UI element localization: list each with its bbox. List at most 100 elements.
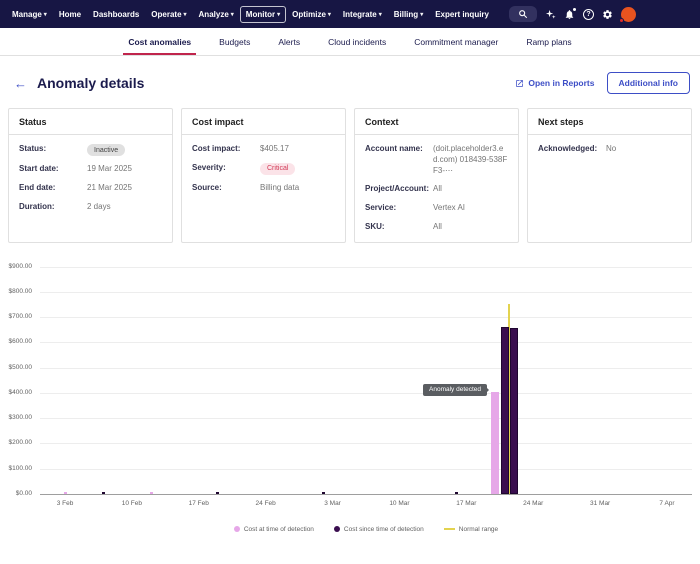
- anomaly-detected-tooltip: Anomaly detected: [423, 383, 490, 396]
- gridline: [40, 392, 692, 394]
- search-button[interactable]: [509, 6, 537, 22]
- status-card-title: Status: [9, 109, 172, 135]
- y-axis-tick-label: $700.00: [8, 313, 33, 321]
- top-nav-actions: ?: [509, 6, 694, 23]
- nav-manage-label: Manage: [12, 9, 42, 19]
- sku-row: SKU: All: [365, 222, 508, 233]
- legend-item[interactable]: Normal range: [443, 526, 498, 533]
- x-axis-tick-label: 3 Feb: [56, 499, 74, 507]
- chevron-down-icon: ▾: [183, 11, 187, 18]
- nav-dashboards-label: Dashboards: [93, 9, 140, 19]
- field-value: 19 Mar 2025: [87, 164, 132, 174]
- chart-bar[interactable]: [510, 328, 519, 494]
- x-axis-tick-label: 10 Mar: [389, 499, 410, 507]
- ai-sparkle-icon: [545, 9, 556, 19]
- gridline: [40, 292, 692, 293]
- gridline: [40, 443, 692, 445]
- chevron-down-icon: ▾: [277, 11, 281, 18]
- x-axis-tick-label: 31 Mar: [589, 499, 611, 507]
- tab-commitment-manager[interactable]: Commitment manager: [403, 28, 509, 55]
- nav-home-label: Home: [58, 9, 82, 19]
- field-value: 21 Mar 2025: [87, 183, 132, 193]
- severity-row: Severity: Critical: [192, 162, 335, 176]
- status-card-body: Status: Inactive Start date: 19 Mar 2025 E…: [9, 135, 172, 222]
- field-label: End date:: [19, 183, 56, 193]
- gridline: [40, 266, 692, 268]
- cost-impact-card-body: Cost impact: $405.17 Severity: Critical So…: [182, 135, 345, 203]
- nav-dashboards[interactable]: Dashboards: [87, 6, 145, 23]
- field-label: SKU:: [365, 221, 385, 231]
- help-button[interactable]: ?: [583, 8, 594, 20]
- legend-item[interactable]: Cost at time of detection: [233, 525, 314, 533]
- y-axis-tick-label: $500.00: [8, 363, 33, 371]
- help-icon: ?: [583, 8, 594, 20]
- nav-expert-inquiry[interactable]: Expert inquiry: [429, 6, 495, 23]
- start-date-row: Start date: 19 Mar 2025: [19, 164, 162, 175]
- next-steps-card-body: Acknowledged: No: [528, 135, 691, 164]
- avatar[interactable]: [619, 6, 636, 23]
- nav-monitor-label: Monitor: [245, 9, 276, 19]
- additional-info-button[interactable]: Additional info: [606, 72, 690, 94]
- open-in-reports-label: Open in Reports: [528, 78, 595, 88]
- settings-button[interactable]: [602, 9, 613, 20]
- cost-impact-card: Cost impact Cost impact: $405.17 Severity…: [181, 108, 346, 243]
- chart-bar[interactable]: [500, 326, 509, 494]
- gridline: [40, 367, 692, 369]
- monitor-tabs: Cost anomalies Budgets Alerts Cloud inci…: [0, 28, 700, 56]
- y-axis-tick-label: $800.00: [8, 288, 33, 295]
- chart-plot-area: Anomaly detected: [40, 266, 692, 495]
- nav-operate[interactable]: Operate ▾: [145, 6, 192, 23]
- search-icon: [519, 10, 528, 19]
- ai-assistant-button[interactable]: [545, 9, 556, 20]
- tab-alerts[interactable]: Alerts: [267, 28, 311, 55]
- field-label: Service:: [365, 203, 397, 213]
- legend-dot-marker: [233, 526, 240, 533]
- notifications-button[interactable]: [564, 7, 576, 20]
- field-label: Severity:: [192, 162, 226, 172]
- next-steps-card-title: Next steps: [528, 109, 691, 135]
- nav-analyze-label: Analyze: [198, 9, 229, 19]
- acknowledged-row: Acknowledged: No: [538, 144, 681, 155]
- field-label: Acknowledged:: [538, 144, 598, 153]
- nav-manage[interactable]: Manage ▾: [6, 6, 53, 23]
- nav-home[interactable]: Home: [53, 6, 87, 23]
- nav-analyze[interactable]: Analyze ▾: [193, 6, 240, 23]
- nav-expert-inquiry-label: Expert inquiry: [435, 9, 489, 19]
- tab-ramp-plans[interactable]: Ramp plans: [515, 28, 582, 55]
- back-arrow-icon: ←: [14, 75, 27, 91]
- summary-cards: Status Status: Inactive Start date: 19 Mar…: [0, 106, 700, 243]
- source-row: Source: Billing data: [192, 183, 335, 194]
- field-value: (doit.placeholder3.ed.com) 018439-538FF3…: [433, 144, 508, 175]
- tab-cloud-incidents[interactable]: Cloud incidents: [317, 28, 397, 55]
- top-navigation: Manage ▾ Home Dashboards Operate ▾ Analyze…: [0, 0, 700, 28]
- avatar-notification-dot: [619, 17, 624, 23]
- nav-monitor[interactable]: Monitor ▾: [239, 5, 287, 23]
- open-in-reports-button[interactable]: Open in Reports: [515, 78, 595, 88]
- field-value: No: [606, 144, 617, 153]
- status-card: Status Status: Inactive Start date: 19 Mar…: [8, 108, 173, 243]
- open-in-new-icon: [516, 79, 524, 87]
- chart-legend: Cost at time of detection Cost since time…: [40, 526, 692, 533]
- field-value: $405.17: [260, 144, 289, 153]
- gridline: [40, 317, 692, 319]
- nav-billing[interactable]: Billing ▾: [388, 6, 429, 23]
- y-axis-tick-label: $600.00: [8, 338, 33, 346]
- legend-item[interactable]: Cost since time of detection: [333, 525, 424, 533]
- nav-integrate[interactable]: Integrate ▾: [337, 6, 388, 23]
- tab-budgets[interactable]: Budgets: [208, 28, 261, 55]
- nav-optimize[interactable]: Optimize ▾: [286, 6, 337, 23]
- legend-line-marker: [443, 528, 455, 531]
- back-button[interactable]: ←: [14, 77, 27, 90]
- context-card-title: Context: [355, 109, 518, 135]
- nav-billing-label: Billing: [393, 9, 419, 19]
- chevron-down-icon: ▾: [43, 11, 47, 18]
- chart-bar[interactable]: [491, 391, 499, 494]
- field-value: Billing data: [260, 183, 300, 193]
- legend-label: Cost since time of detection: [343, 525, 424, 533]
- field-label: Duration:: [19, 202, 55, 212]
- cost-impact-card-title: Cost impact: [182, 109, 345, 135]
- context-card-body: Account name: (doit.placeholder3.ed.com) …: [355, 135, 518, 242]
- legend-dot-marker: [333, 526, 340, 533]
- legend-label: Cost at time of detection: [243, 525, 314, 533]
- tab-cost-anomalies[interactable]: Cost anomalies: [117, 28, 202, 55]
